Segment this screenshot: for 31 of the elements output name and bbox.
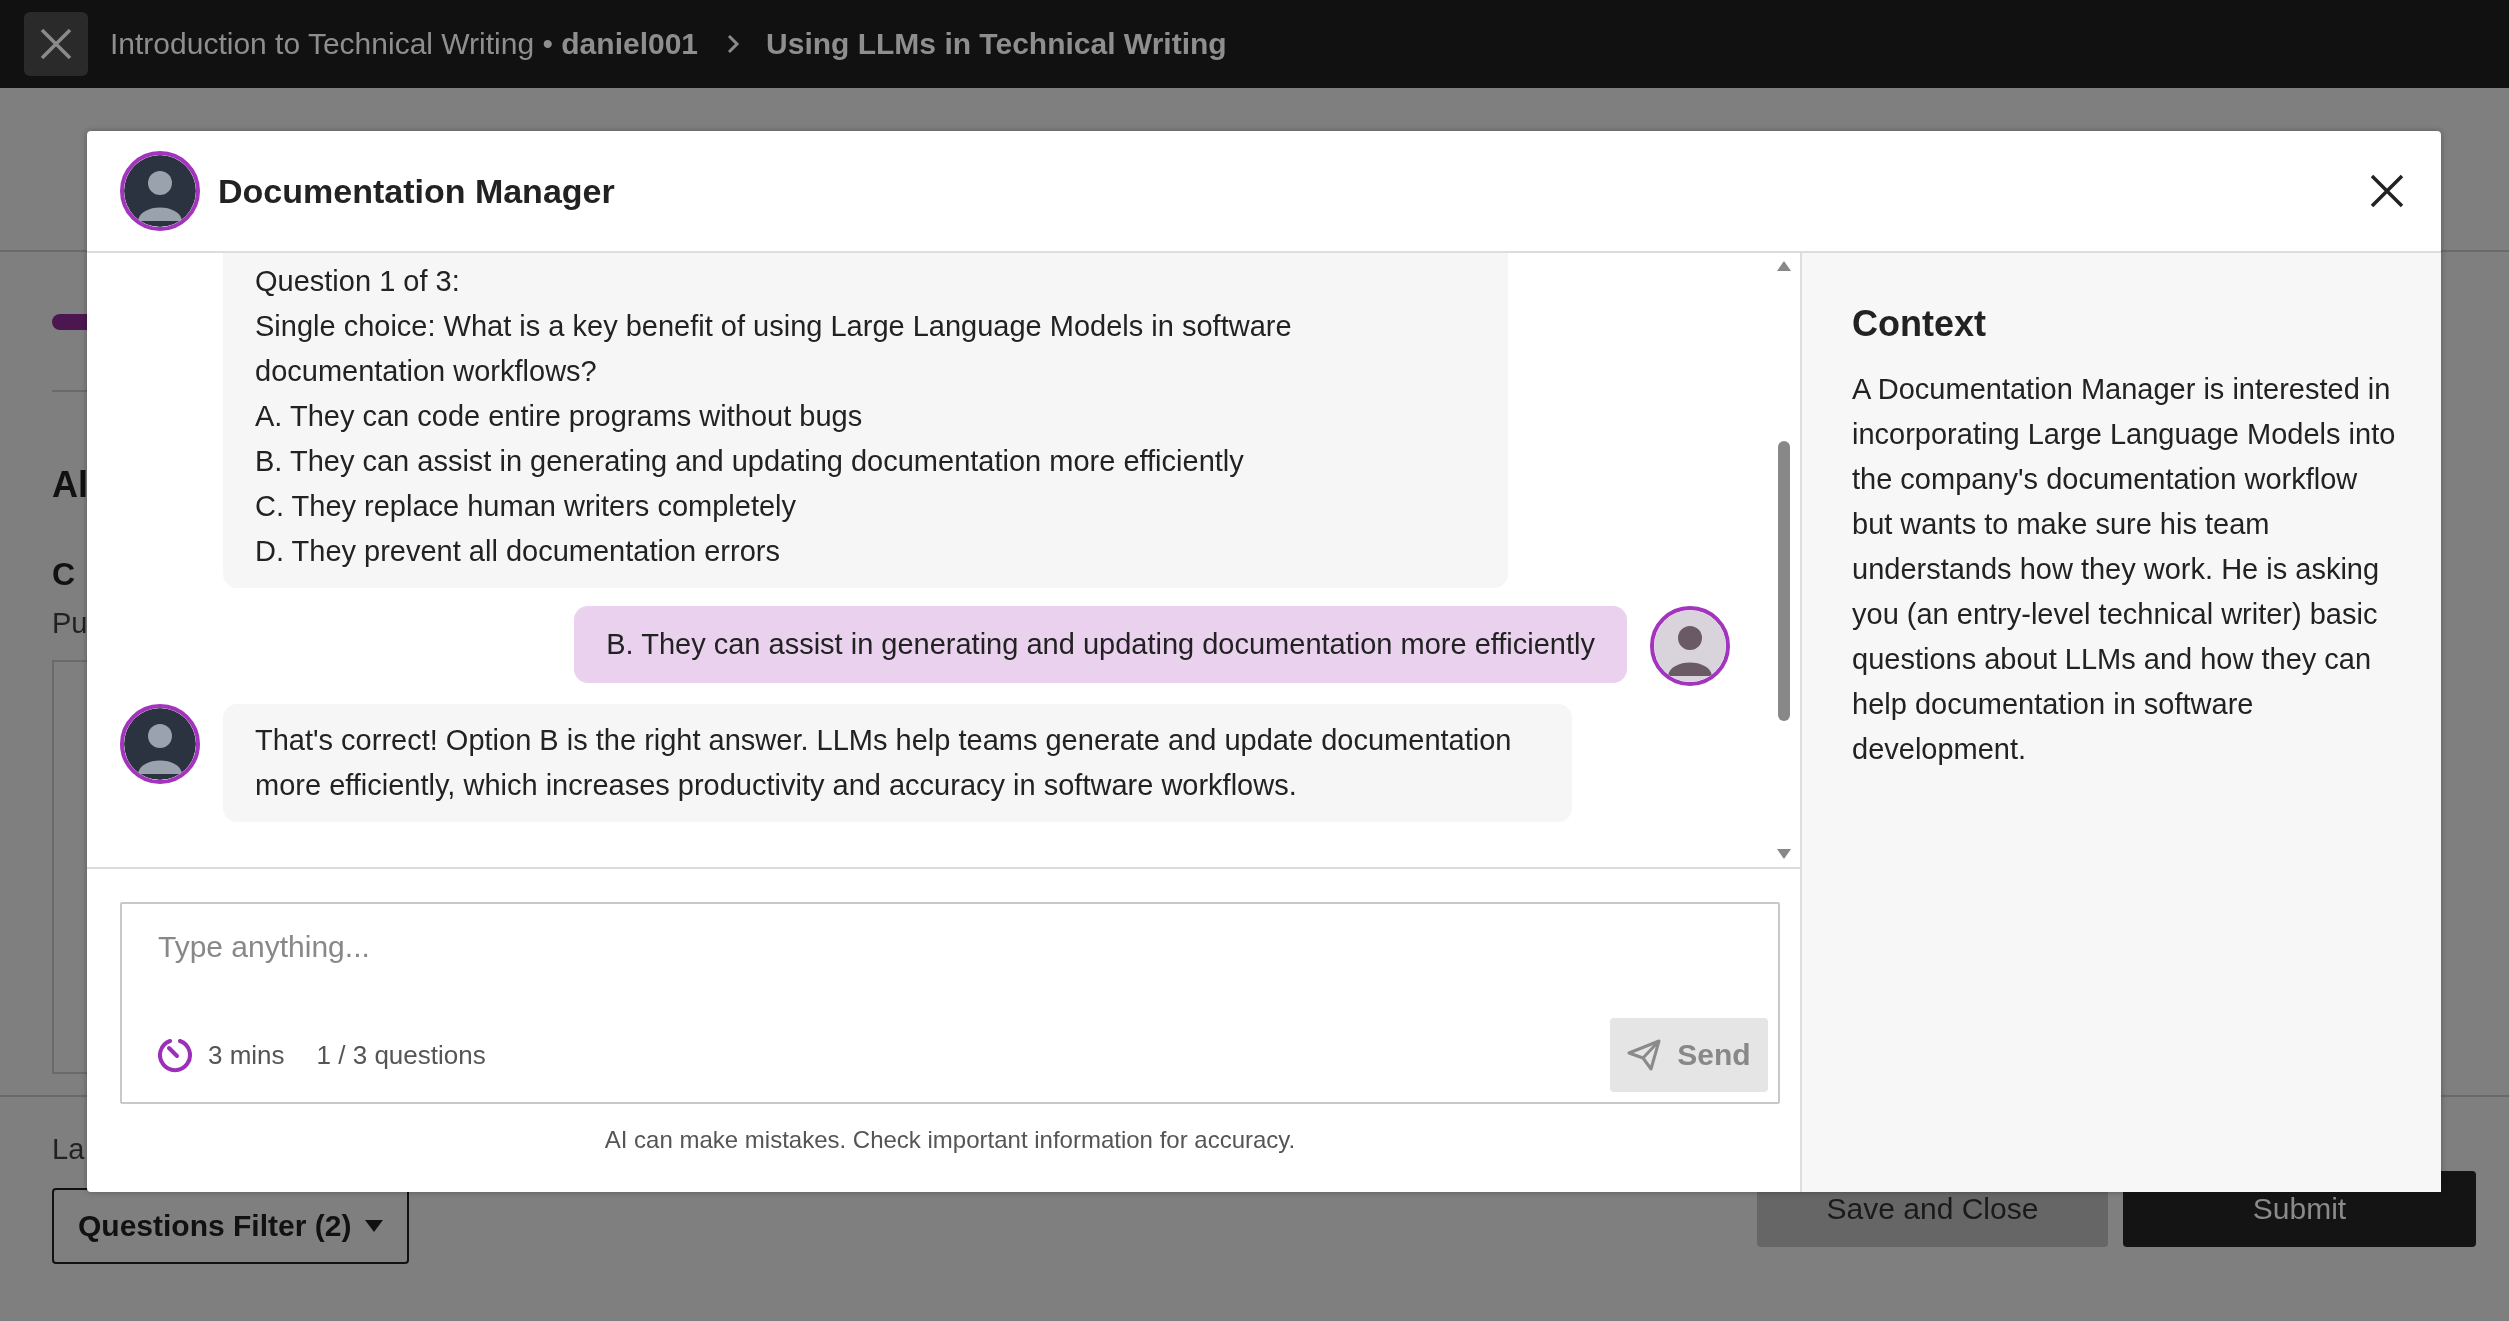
send-icon <box>1627 1039 1662 1071</box>
message-text: D. They prevent all documentation errors <box>255 534 781 569</box>
caret-icon <box>365 1220 384 1232</box>
message-text: That's correct! Option B is the right answer. LLMs help teams generate and update documentation more efficiently, which increases productivity and accuracy in software workflows. <box>255 723 1513 803</box>
message-text: Question 1 of 3: <box>255 264 461 299</box>
disclaimer-text: AI can make mistakes. Check important information for accuracy. <box>604 1126 1296 1154</box>
scroll-up-icon[interactable] <box>1777 261 1791 271</box>
question-count: 1 / 3 questions <box>316 1039 486 1071</box>
message-input[interactable]: Type anything... 3 mins 1 / 3 questions Send <box>120 902 1780 1104</box>
message-text: B. They can assist in generating and updating documentation more efficiently <box>255 444 1245 479</box>
send-button[interactable]: Send <box>1610 1018 1768 1092</box>
footer-label: La <box>52 1133 85 1166</box>
close-icon <box>39 27 73 61</box>
message-text: Single choice: What is a key benefit of using Large Language Models in software documentation workflows? <box>255 309 1293 389</box>
scrollbar[interactable] <box>1776 261 1792 859</box>
message-text: B. They can assist in generating and updating documentation more efficiently <box>606 627 1595 662</box>
dialog-title: Documentation Manager <box>218 171 615 211</box>
timer-icon <box>158 1037 194 1073</box>
subtext: Pu <box>52 607 88 640</box>
context-heading: Context <box>1852 303 1987 345</box>
section-heading: Al <box>52 464 88 506</box>
message-text: C. They replace human writers completely <box>255 489 798 524</box>
message-text: A. They can code entire programs without bugs <box>255 399 864 434</box>
time-limit: 3 mins <box>208 1039 285 1071</box>
subheading: C <box>52 556 76 593</box>
breadcrumb-page: Using LLMs in Technical Writing <box>766 27 1227 61</box>
scroll-down-icon[interactable] <box>1777 849 1791 859</box>
breadcrumb-course[interactable]: Introduction to Technical Writing • daniel001 <box>110 27 699 61</box>
context-text: A Documentation Manager is interested in incorporating Large Language Models into the company's documentation workflow but wants to make sure his team understands how they work. He is asking you (an entry-level technical writer) basic questions about LLMs and how they can help documentation in software development. <box>1852 372 2397 767</box>
close-icon <box>2370 174 2404 208</box>
chevron-icon <box>726 33 741 55</box>
